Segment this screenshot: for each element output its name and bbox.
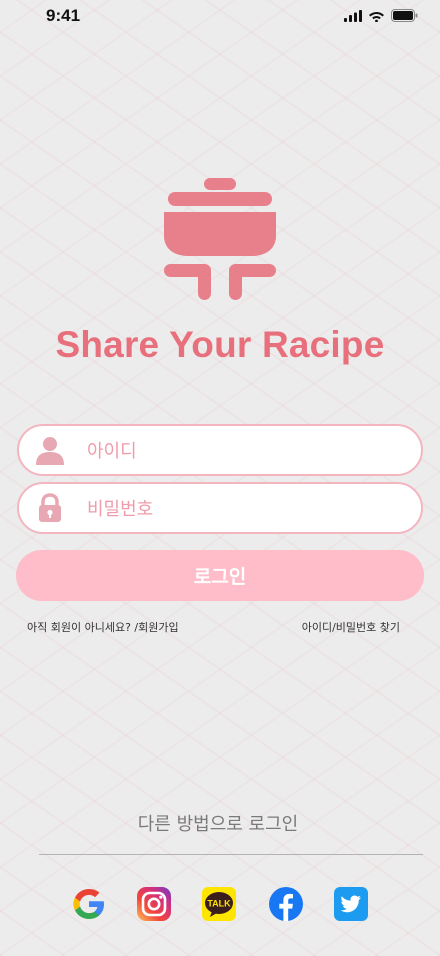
password-field[interactable]	[17, 482, 423, 534]
user-icon	[36, 437, 64, 465]
status-bar: 9:41	[0, 0, 440, 34]
status-icons	[344, 9, 418, 22]
divider	[39, 854, 423, 855]
alt-login-label: 다른 방법으로 로그인	[137, 814, 299, 835]
google-icon[interactable]	[71, 886, 107, 922]
cooking-pot-icon	[164, 178, 276, 300]
kakaotalk-icon[interactable]: TALK	[201, 886, 237, 922]
status-time: 9:41	[46, 6, 81, 25]
battery-icon	[391, 9, 418, 22]
password-input[interactable]	[85, 484, 409, 534]
twitter-icon[interactable]	[333, 886, 369, 922]
wifi-icon	[369, 11, 384, 22]
id-input[interactable]	[85, 426, 409, 476]
find-account-link[interactable]: 아이디/비밀번호 찾기	[302, 619, 400, 635]
signup-link[interactable]: 아직 회원이 아니세요? /회원가입	[27, 619, 179, 635]
id-field[interactable]	[17, 424, 423, 476]
signal-icon	[344, 9, 362, 22]
app-title: Share Your Racipe	[55, 324, 385, 365]
facebook-icon[interactable]	[268, 886, 304, 922]
login-button[interactable]: 로그인	[16, 550, 424, 601]
kakao-talk-text: TALK	[207, 899, 231, 909]
lock-icon	[39, 493, 61, 522]
instagram-icon[interactable]	[136, 886, 172, 922]
